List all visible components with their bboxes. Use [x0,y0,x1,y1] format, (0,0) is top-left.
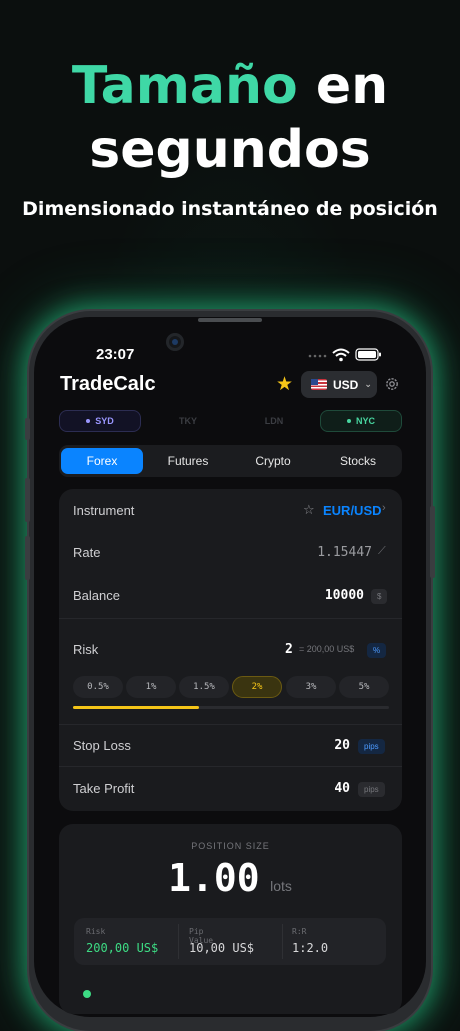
section-divider [59,766,402,767]
signal-icon [308,354,327,358]
stat-risk-label: Risk [86,927,106,936]
stop-loss-unit-chip: pips [358,739,385,754]
position-size-unit: lots [270,878,292,894]
stat-divider [282,924,283,959]
take-profit-input[interactable]: 40 [334,781,350,796]
risk-preset-2[interactable]: 2% [232,676,282,698]
volume-down-button [25,536,30,580]
tab-forex[interactable]: Forex [61,448,143,474]
section-divider [59,724,402,725]
earpiece-speaker [198,318,262,322]
volume-up-button [25,478,30,522]
risk-preset-1[interactable]: 1% [126,676,176,698]
pencil-icon[interactable]: ⟋ [378,545,386,558]
take-profit-unit-chip: pips [358,782,385,797]
battery-icon [355,348,381,361]
tab-stocks[interactable]: Stocks [317,448,399,474]
risk-input[interactable]: 2 [285,642,293,657]
session-tky: TKY [147,410,229,432]
star-outline-icon[interactable]: ☆ [303,502,315,518]
asset-class-tabs: Forex Futures Crypto Stocks [59,445,402,477]
stat-rr-value: 1:2.0 [292,941,329,955]
result-stats: Risk 200,00 US$ Pip Value 10,00 US$ R:R … [74,918,386,965]
balance-input[interactable]: 10000 [325,588,364,603]
session-syd: SYD [59,410,141,432]
take-profit-label: Take Profit [73,781,135,796]
tab-crypto[interactable]: Crypto [232,448,314,474]
app-title: TradeCalc [60,373,156,395]
session-tky-label: TKY [179,416,197,426]
risk-unit-toggle[interactable]: % [367,643,387,658]
front-camera [166,333,184,351]
session-nyc: NYC [320,410,402,432]
risk-preset-3[interactable]: 3% [286,676,336,698]
status-time: 23:07 [96,346,135,363]
position-size-display: 1.00 lots [0,856,460,900]
currency-selector-button[interactable]: USD ⌄ [301,371,377,398]
rate-label: Rate [73,545,101,560]
risk-label: Risk [73,642,99,657]
stat-divider [178,924,179,959]
hero-title-rest: en [315,56,389,116]
tab-futures[interactable]: Futures [147,448,229,474]
currency-label: USD [333,377,359,392]
stat-risk-value: 200,00 US$ [86,941,159,955]
hero-title-line2: segundos [89,120,371,180]
status-dot [83,990,91,998]
stop-loss-label: Stop Loss [73,738,131,753]
gear-icon[interactable] [384,376,400,392]
section-divider [59,618,402,619]
risk-slider[interactable] [73,706,389,709]
balance-label: Balance [73,588,120,603]
status-icons [308,347,384,363]
risk-preset-5[interactable]: 5% [339,676,389,698]
hero-title-accent: Tamaño [71,56,298,116]
session-ldn-label: LDN [264,416,284,426]
chevron-right-icon: › [382,502,386,514]
session-ldn: LDN [233,410,315,432]
favorites-star-icon[interactable]: ★ [276,373,293,396]
wifi-icon [332,348,350,362]
chevron-down-icon: ⌄ [364,379,372,389]
position-size-label: POSITION SIZE [191,841,270,851]
stop-loss-input[interactable]: 20 [334,738,350,753]
risk-slider-fill [73,706,200,709]
stat-rr-label: R:R [292,927,307,936]
instrument-selector[interactable]: EUR/USD [323,503,382,518]
session-active-dot [86,419,91,423]
instrument-label: Instrument [73,503,135,518]
risk-equivalent: = 200,00 US$ [299,644,355,654]
risk-preset-1-5[interactable]: 1.5% [179,676,229,698]
power-button [430,506,435,578]
hero-subtitle: Dimensionado instantáneo de posición [22,198,438,220]
rate-value[interactable]: 1.15447 [317,545,372,560]
position-size-value: 1.00 [168,856,260,900]
session-active-dot [346,419,351,423]
us-flag-icon [311,379,327,390]
session-syd-label: SYD [95,416,114,426]
mute-switch [25,418,30,440]
risk-preset-0-5[interactable]: 0.5% [73,676,123,698]
session-nyc-label: NYC [355,416,375,426]
balance-unit-chip: $ [371,589,388,604]
stat-pip-value-value: 10,00 US$ [189,941,255,955]
hero-title-line1: Tamaño en [0,55,460,117]
